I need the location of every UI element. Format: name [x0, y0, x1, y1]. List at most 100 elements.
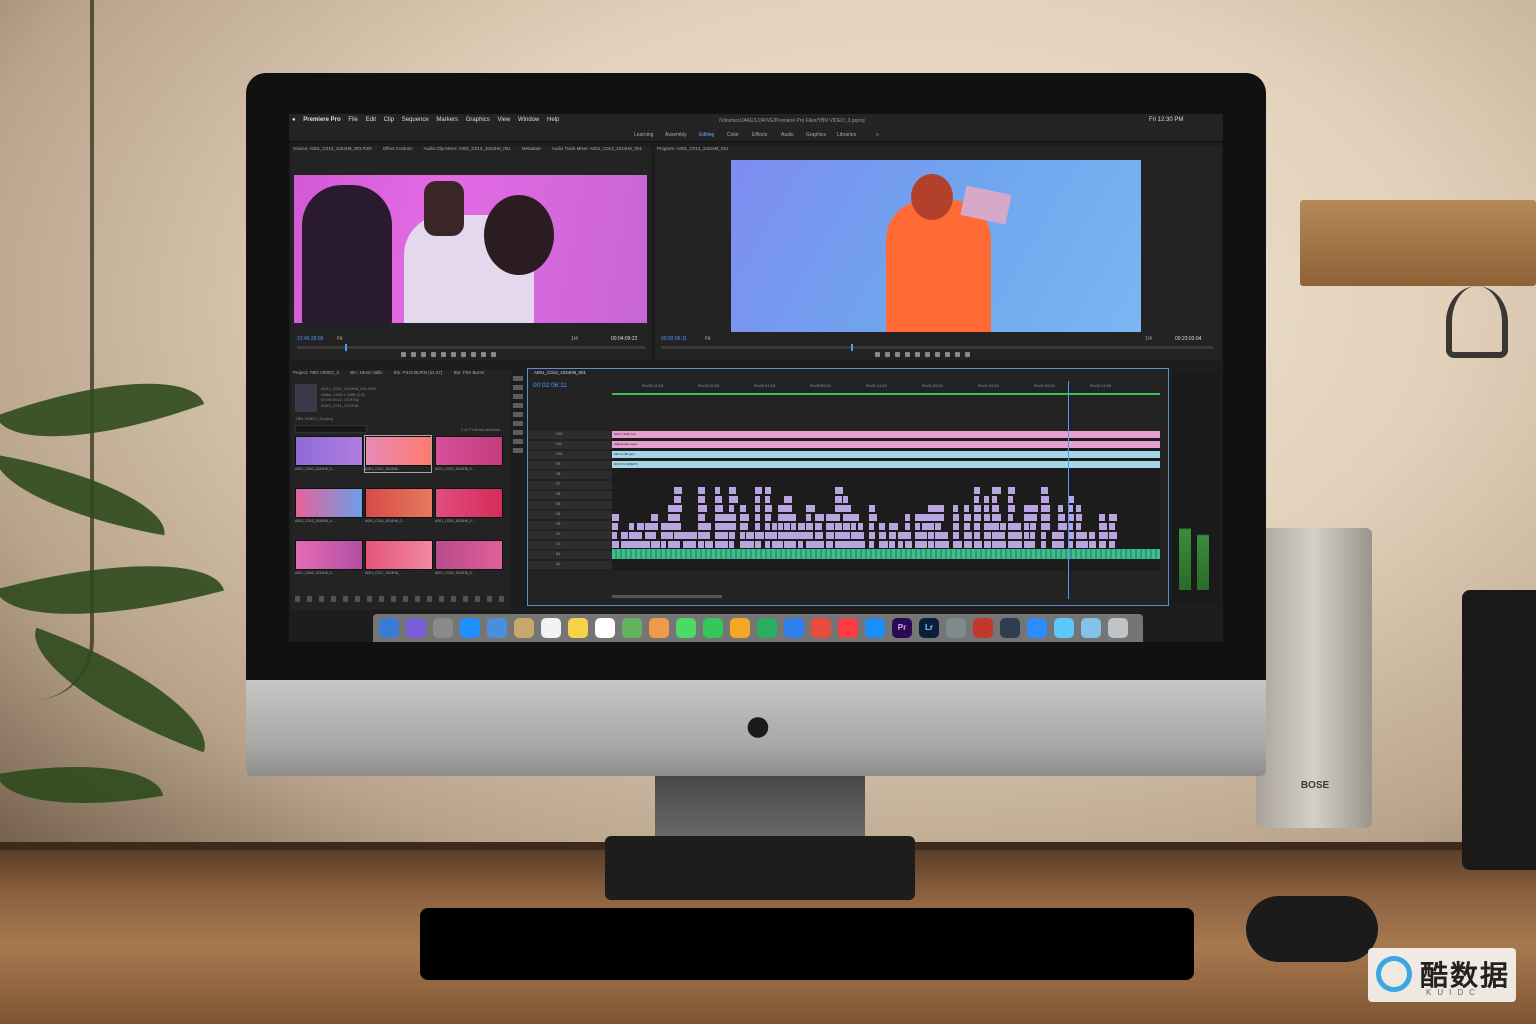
track-a2[interactable]: A2: [556, 562, 560, 566]
timeline-clip[interactable]: [1076, 505, 1081, 512]
timeline-clip[interactable]: [765, 487, 771, 494]
timeline-clip[interactable]: [858, 541, 865, 548]
timeline-clip[interactable]: [869, 532, 875, 539]
project-toolbar[interactable]: [295, 596, 507, 602]
clip-thumbnail[interactable]: A001_C015_1024H8_0...: [435, 488, 503, 524]
track-v7[interactable]: V7: [556, 482, 560, 486]
timeline-clip[interactable]: [791, 514, 796, 521]
timeline-clip[interactable]: [1058, 505, 1063, 512]
time-ruler[interactable]: 00:00:14:23 00:00:29:23 00:00:44:23 00:0…: [612, 381, 1164, 393]
timeline-clip[interactable]: [851, 514, 859, 521]
track-v11[interactable]: V11: [556, 442, 562, 446]
timeline-clip[interactable]: [869, 523, 874, 530]
timeline-clip[interactable]: [765, 514, 771, 521]
timeline-clip[interactable]: [729, 496, 738, 503]
timeline-clip[interactable]: [992, 523, 999, 530]
timeline-clip[interactable]: [984, 514, 990, 521]
tab-audio-clip-mixer[interactable]: Audio Clip Mixer: A001_C013_1024H8_001: [424, 146, 511, 151]
timeline-clip[interactable]: [1058, 541, 1064, 548]
timeline-clip[interactable]: [928, 532, 934, 539]
timeline-clip[interactable]: [755, 505, 760, 512]
track-v2[interactable]: V2: [556, 532, 560, 536]
trash-icon[interactable]: [1108, 618, 1128, 638]
export-frame-icon[interactable]: [491, 352, 496, 357]
timeline-clip[interactable]: [772, 523, 777, 530]
timeline-clip[interactable]: [1041, 514, 1050, 521]
clip-thumbnail[interactable]: A001_C016_1024H8_0...: [295, 540, 363, 576]
launchpad-icon[interactable]: [433, 618, 453, 638]
tab-source[interactable]: Source: A001_C013_1024H8_001.R3D: [293, 146, 372, 151]
timeline-clip[interactable]: [1030, 514, 1037, 521]
siri-icon[interactable]: [406, 618, 426, 638]
timeline-clip[interactable]: [905, 532, 911, 539]
timeline-clip[interactable]: [815, 541, 824, 548]
menu-help[interactable]: Help: [544, 114, 562, 123]
timeline-clip[interactable]: [1082, 541, 1088, 548]
timeline-clip[interactable]: [964, 505, 969, 512]
timeline-clip[interactable]: [629, 532, 637, 539]
timeline-clip[interactable]: [1076, 514, 1082, 521]
workspace-editing[interactable]: Editing: [699, 132, 714, 138]
lift-icon[interactable]: [945, 352, 950, 357]
timeline-clip[interactable]: [740, 505, 746, 512]
timeline-clip[interactable]: [806, 541, 815, 548]
tab-effect-controls[interactable]: Effect Controls: [383, 146, 412, 151]
audio-waveform[interactable]: [612, 549, 1160, 559]
timeline-clip[interactable]: [729, 514, 736, 521]
timeline-clip[interactable]: [953, 505, 958, 512]
timeline-clip[interactable]: [1024, 523, 1029, 530]
timeline-clip[interactable]: [898, 532, 905, 539]
timeline-clip[interactable]: [722, 532, 728, 539]
timeline-clip[interactable]: [815, 514, 824, 521]
system-preferences-icon[interactable]: [946, 618, 966, 638]
app-store-icon[interactable]: [865, 618, 885, 638]
zoom-icon[interactable]: [1027, 618, 1047, 638]
timeline-clip[interactable]: [755, 496, 760, 503]
program-timecode[interactable]: 00:02:06:11: [661, 336, 687, 346]
timeline-clip[interactable]: [784, 505, 792, 512]
timeline-clip[interactable]: [935, 514, 944, 521]
timeline-clip[interactable]: [715, 487, 720, 494]
quicktime-icon[interactable]: [1000, 618, 1020, 638]
source-resolution-select[interactable]: 1/4: [571, 336, 578, 346]
overwrite-icon[interactable]: [481, 352, 486, 357]
timeline-clip[interactable]: [698, 514, 705, 521]
timeline-clip[interactable]: [964, 532, 972, 539]
timeline-clip[interactable]: [1030, 505, 1038, 512]
timeline-clip[interactable]: DUST & SCRATC: [612, 461, 1160, 468]
timeline-clip[interactable]: [992, 505, 999, 512]
lightroom-icon[interactable]: Lr: [919, 618, 939, 638]
timeline-clip[interactable]: [698, 541, 704, 548]
timeline-clip[interactable]: [835, 523, 842, 530]
timeline-clip[interactable]: [661, 523, 668, 530]
premiere-icon[interactable]: Pr: [892, 618, 912, 638]
timeline-clip[interactable]: [915, 514, 922, 521]
track-v10[interactable]: V10: [556, 452, 562, 456]
timeline-clip[interactable]: [943, 532, 948, 539]
track-v1[interactable]: V1: [556, 542, 560, 546]
timeline-clip[interactable]: [651, 523, 658, 530]
timeline-clip[interactable]: [905, 541, 912, 548]
go-to-out-icon[interactable]: [935, 352, 940, 357]
timeline-clip[interactable]: [784, 523, 790, 530]
timeline-clip[interactable]: [928, 523, 934, 530]
timeline-clip[interactable]: [984, 505, 989, 512]
timeline-clip[interactable]: [674, 523, 681, 530]
timeline-clip[interactable]: [974, 496, 979, 503]
clip-thumbnail[interactable]: A001_C011_1024H8...: [364, 435, 433, 473]
track-v3[interactable]: V3: [556, 522, 560, 526]
timeline-clip[interactable]: [928, 541, 934, 548]
workspace-color[interactable]: Color: [727, 132, 739, 138]
tab-bin-16mm[interactable]: Bin: 16mm Stills: [350, 370, 382, 375]
menu-window[interactable]: Window: [515, 114, 542, 123]
timeline-clip[interactable]: [889, 541, 895, 548]
extract-icon[interactable]: [955, 352, 960, 357]
timeline-clip[interactable]: [1008, 496, 1013, 503]
timeline-clip[interactable]: [879, 523, 885, 530]
timeline-clip[interactable]: [1000, 532, 1005, 539]
numbers-icon[interactable]: [757, 618, 777, 638]
menu-app-name[interactable]: Premiere Pro: [300, 114, 343, 123]
workspace-audio[interactable]: Audio: [781, 132, 794, 138]
timeline-clip[interactable]: [715, 496, 722, 503]
clip-preview-thumb[interactable]: [295, 384, 317, 412]
